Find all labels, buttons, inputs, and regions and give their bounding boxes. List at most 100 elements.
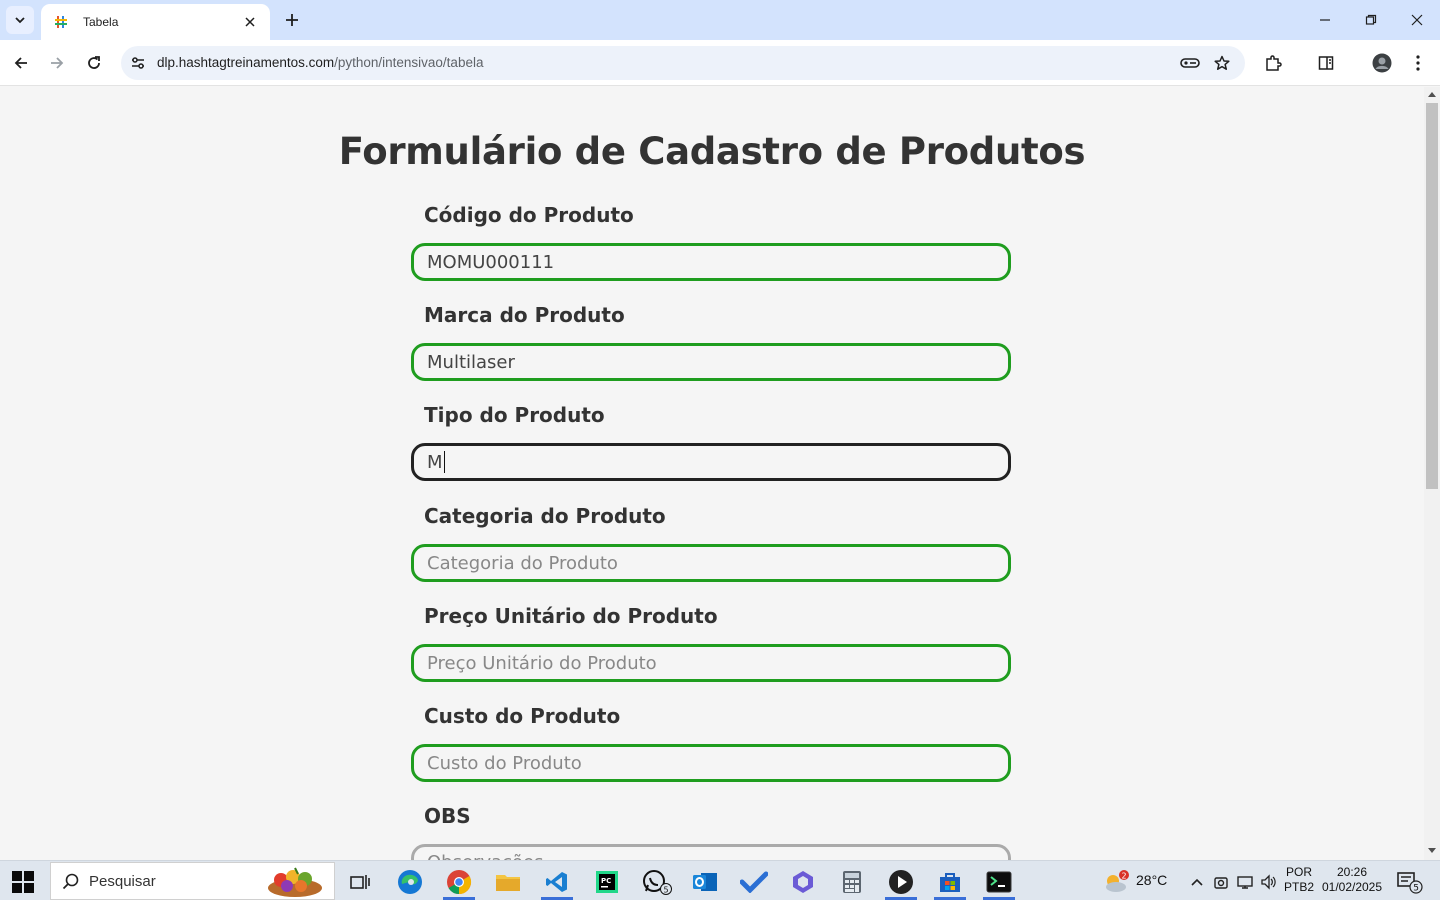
taskbar-search[interactable]: Pesquisar — [50, 862, 335, 900]
input-placeholder: Custo do Produto — [427, 752, 582, 774]
taskbar-media-player[interactable] — [881, 864, 921, 900]
side-panel-button[interactable] — [1314, 51, 1338, 75]
input-value: M — [427, 451, 443, 473]
scroll-down-arrow-icon[interactable] — [1428, 848, 1436, 853]
url-path: /python/intensivao/tabela — [334, 55, 484, 70]
vscode-icon — [546, 872, 567, 892]
tipo-input[interactable]: M — [411, 443, 1011, 481]
copilot-icon — [793, 871, 813, 893]
tray-volume-button[interactable] — [1257, 864, 1279, 900]
tray-meet-button[interactable] — [1210, 864, 1232, 900]
clock-date: 01/02/2025 — [1321, 880, 1383, 894]
forward-button[interactable] — [45, 51, 69, 75]
notification-center-button[interactable]: 5 — [1393, 864, 1427, 900]
weather-icon: 2 — [1106, 870, 1129, 892]
task-view-icon — [350, 875, 370, 889]
minimize-button[interactable] — [1313, 8, 1337, 32]
url-text: dlp.hashtagtreinamentos.com/python/inten… — [157, 55, 483, 70]
browser-toolbar: dlp.hashtagtreinamentos.com/python/inten… — [0, 40, 1440, 86]
scroll-thumb[interactable] — [1426, 103, 1438, 489]
obs-textarea[interactable]: Observações — [411, 844, 1011, 860]
more-vert-icon — [1416, 55, 1420, 71]
taskbar-todo[interactable] — [734, 864, 774, 900]
language-code: POR — [1285, 865, 1312, 879]
categoria-input[interactable]: Categoria do Produto — [411, 544, 1011, 582]
tray-network-button[interactable] — [1234, 864, 1256, 900]
url-host: dlp.hashtagtreinamentos.com — [157, 55, 335, 70]
field-label: Marca do Produto — [424, 303, 625, 327]
network-icon — [1237, 876, 1253, 889]
site-info-button[interactable] — [128, 53, 148, 73]
tray-overflow-button[interactable] — [1186, 864, 1208, 900]
keyboard-layout: PTB2 — [1283, 880, 1314, 894]
side-panel-icon — [1318, 56, 1334, 70]
field-tipo: Tipo do Produto M — [411, 403, 1011, 481]
store-icon — [940, 873, 960, 892]
svg-text:PC: PC — [601, 877, 611, 885]
scroll-up-arrow-icon[interactable] — [1428, 92, 1436, 97]
input-placeholder: Categoria do Produto — [427, 552, 618, 574]
hashtag-favicon-icon — [53, 14, 69, 30]
chrome-icon — [447, 870, 472, 894]
tab-title: Tabela — [83, 15, 119, 29]
weather-badge: 2 — [1122, 872, 1127, 881]
input-placeholder: Observações — [427, 852, 544, 860]
taskbar-pycharm[interactable]: PC — [587, 864, 627, 900]
input-placeholder: Preço Unitário do Produto — [427, 652, 657, 674]
tab-search-button[interactable] — [6, 6, 34, 34]
field-label: Custo do Produto — [424, 704, 621, 728]
preco-input[interactable]: Preço Unitário do Produto — [411, 644, 1011, 682]
tune-icon — [132, 57, 144, 69]
taskbar-vscode[interactable] — [537, 864, 577, 900]
outlook-icon — [693, 873, 717, 891]
reload-button[interactable] — [82, 51, 106, 75]
field-label: Tipo do Produto — [424, 403, 605, 427]
marca-input[interactable]: Multilaser — [411, 343, 1011, 381]
new-tab-button[interactable] — [280, 8, 304, 32]
field-obs: OBS Observações — [411, 804, 1011, 860]
taskbar-calculator[interactable] — [832, 864, 872, 900]
taskbar-file-explorer[interactable] — [488, 864, 528, 900]
bookmark-star-button[interactable] — [1212, 53, 1232, 73]
weather-widget[interactable]: 2 — [1100, 864, 1132, 900]
password-key-button[interactable] — [1180, 53, 1200, 73]
page-scrollbar[interactable] — [1424, 87, 1440, 860]
search-icon — [62, 873, 79, 890]
chevron-down-icon — [15, 17, 25, 24]
field-label: OBS — [424, 804, 471, 828]
field-preco: Preço Unitário do Produto Preço Unitário… — [411, 604, 1011, 682]
volume-icon — [1261, 874, 1276, 890]
field-custo: Custo do Produto Custo do Produto — [411, 704, 1011, 782]
whatsapp-icon: 5 — [643, 870, 672, 895]
play-icon — [889, 870, 913, 894]
input-value: MOMU000111 — [427, 251, 555, 273]
taskbar-whatsapp[interactable]: 5 — [637, 864, 677, 900]
profile-button[interactable] — [1370, 51, 1394, 75]
taskbar-copilot[interactable] — [783, 864, 823, 900]
close-window-button[interactable] — [1405, 8, 1429, 32]
back-button[interactable] — [9, 51, 33, 75]
pycharm-icon: PC — [596, 871, 618, 893]
start-button[interactable] — [12, 871, 34, 893]
taskbar-store[interactable] — [930, 864, 970, 900]
codigo-input[interactable]: MOMU000111 — [411, 243, 1011, 281]
tab-active[interactable]: Tabela — [41, 4, 270, 40]
reload-icon — [88, 56, 100, 69]
clock-time: 20:26 — [1336, 865, 1368, 879]
address-bar[interactable]: dlp.hashtagtreinamentos.com/python/inten… — [121, 46, 1245, 80]
fruit-basket-icon — [268, 867, 322, 897]
menu-button[interactable] — [1406, 51, 1430, 75]
field-categoria: Categoria do Produto Categoria do Produt… — [411, 504, 1011, 582]
taskbar-terminal[interactable] — [979, 864, 1019, 900]
taskbar-edge[interactable] — [390, 864, 430, 900]
custo-input[interactable]: Custo do Produto — [411, 744, 1011, 782]
taskbar-outlook[interactable] — [685, 864, 725, 900]
language-indicator[interactable]: POR PTB2 — [1282, 865, 1316, 895]
star-icon — [1214, 55, 1230, 70]
restore-button[interactable] — [1359, 8, 1383, 32]
taskbar-chrome[interactable] — [439, 864, 479, 900]
task-view-button[interactable] — [340, 864, 380, 900]
extensions-button[interactable] — [1261, 51, 1285, 75]
clock[interactable]: 20:26 01/02/2025 — [1320, 865, 1384, 895]
close-tab-icon[interactable] — [242, 14, 258, 30]
